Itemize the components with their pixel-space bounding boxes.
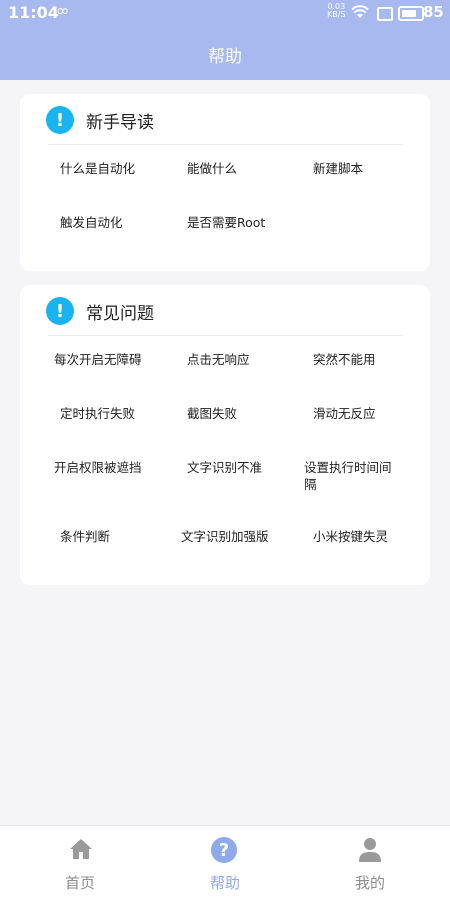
faq-item-ocr-inaccurate[interactable]: 文字识别不准 [187,459,275,476]
wifi-icon [351,5,369,18]
faq-item-click-no-response[interactable]: 点击无响应 [187,351,275,368]
network-speed-unit: KB/S [327,10,346,19]
person-icon [359,838,381,862]
help-icon: ? [211,837,237,863]
loop-icon: ∞ [56,1,70,20]
guide-item-trigger-automation[interactable]: 触发自动化 [60,214,148,231]
battery-level: 85 [423,3,444,21]
faq-item-permission-blocked[interactable]: 开启权限被遮挡 [54,459,154,476]
faq-item-xiaomi-keys[interactable]: 小米按键失灵 [313,528,408,545]
guide-item-new-script[interactable]: 新建脚本 [313,160,401,177]
nav-home-label: 首页 [64,874,95,892]
bottom-nav: 首页 ? 帮助 我的 [0,825,450,901]
divider [48,335,402,336]
battery-icon [398,6,424,21]
guide-item-need-root[interactable]: 是否需要Root [187,214,297,231]
nav-me-label: 我的 [354,874,385,892]
status-time: 11:04 [8,3,59,22]
faq-item-swipe-no-response[interactable]: 滑动无反应 [313,405,401,422]
nav-help-label: 帮助 [209,874,240,892]
guide-card-title: 新手导读 [86,113,154,133]
faq-item-suddenly-broken[interactable]: 突然不能用 [313,351,401,368]
nav-me[interactable]: 我的 [325,826,415,901]
faq-item-set-interval[interactable]: 设置执行时间间隔 [304,459,397,493]
exclamation-icon: ! [46,106,74,134]
faq-card: ! 常见问题 每次开启无障碍 点击无响应 突然不能用 定时执行失败 截图失败 滑… [20,285,430,585]
faq-item-condition[interactable]: 条件判断 [60,528,148,545]
faq-item-schedule-failed[interactable]: 定时执行失败 [60,405,148,422]
guide-item-what-can-it-do[interactable]: 能做什么 [187,160,275,177]
faq-item-accessibility[interactable]: 每次开启无障碍 [54,351,154,368]
home-icon [70,839,92,859]
guide-card: ! 新手导读 什么是自动化 能做什么 新建脚本 触发自动化 是否需要Root [20,94,430,271]
guide-item-what-is-automation[interactable]: 什么是自动化 [60,160,148,177]
nav-help[interactable]: ? 帮助 [180,826,270,901]
faq-item-ocr-enhanced[interactable]: 文字识别加强版 [181,528,281,545]
status-bar: 11:04 ∞ 0.03 KB/S 85 [0,0,450,26]
nav-home[interactable]: 首页 [35,826,125,901]
network-speed: 0.03 KB/S [327,3,346,19]
exclamation-icon: ! [46,297,74,325]
divider [48,144,402,145]
page-title: 帮助 [208,47,242,67]
faq-card-title: 常见问题 [86,304,154,324]
faq-item-screenshot-failed[interactable]: 截图失败 [187,405,275,422]
app-header: 11:04 ∞ 0.03 KB/S 85 帮助 [0,0,450,80]
screen-record-icon [377,7,393,21]
